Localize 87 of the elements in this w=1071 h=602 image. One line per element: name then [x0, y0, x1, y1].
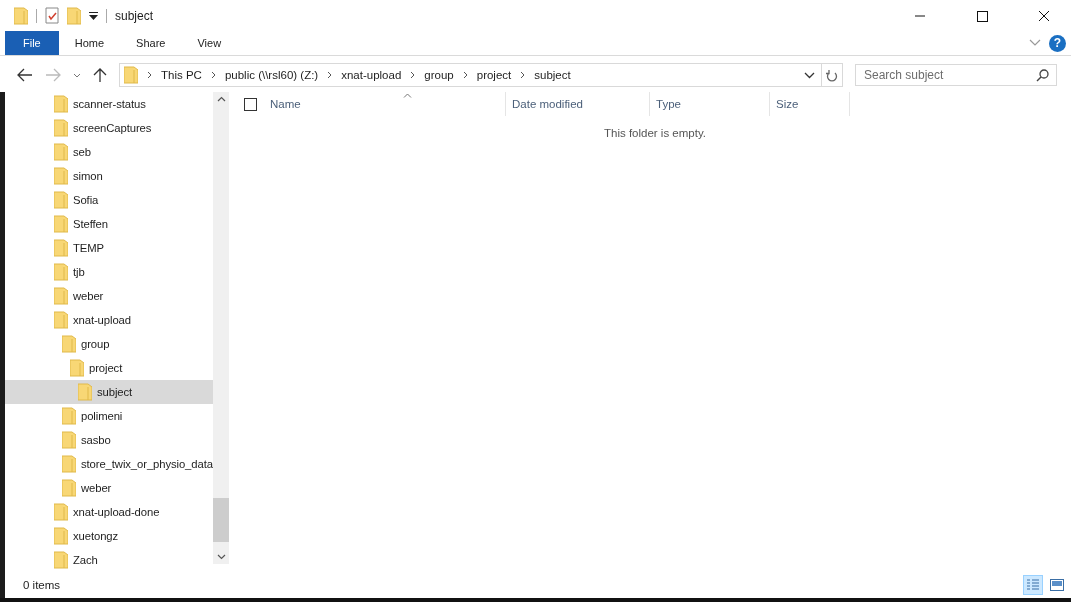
folder-icon	[54, 95, 68, 113]
folder-icon	[54, 143, 68, 161]
chevron-icon	[410, 71, 416, 79]
folder-icon	[62, 479, 76, 497]
folder-icon	[54, 215, 68, 233]
tree-item[interactable]: simon	[5, 164, 213, 188]
chevron-icon	[210, 71, 216, 79]
folder-icon	[78, 383, 92, 401]
folder-icon	[124, 66, 138, 84]
column-header[interactable]: Type	[650, 92, 770, 116]
file-tab[interactable]: File	[5, 31, 59, 55]
tree-item[interactable]: polimeni	[5, 404, 213, 428]
breadcrumb[interactable]: public (\\rsl60) (Z:)	[224, 69, 319, 81]
tree-item[interactable]: xuetongz	[5, 524, 213, 548]
folder-icon	[62, 335, 76, 353]
folder-icon	[54, 239, 68, 257]
search-field[interactable]: Search subject	[855, 64, 1057, 86]
folder-icon	[54, 503, 68, 521]
folder-icon	[62, 455, 76, 473]
refresh-button[interactable]	[822, 63, 843, 87]
folder-icon	[62, 431, 76, 449]
tree-item[interactable]: subject	[5, 380, 213, 404]
tree-item[interactable]: group	[5, 332, 213, 356]
scroll-down-icon[interactable]	[216, 554, 226, 560]
column-header[interactable]: Size	[770, 92, 850, 116]
scrollbar-thumb[interactable]	[213, 498, 229, 542]
folder-icon	[67, 6, 81, 25]
breadcrumb[interactable]: group	[424, 69, 454, 81]
folder-icon	[54, 191, 68, 209]
chevron-icon	[327, 71, 333, 79]
up-icon[interactable]	[93, 67, 107, 83]
column-header[interactable]: Name	[268, 92, 506, 116]
tree-item[interactable]: sasbo	[5, 428, 213, 452]
folder-icon	[54, 551, 68, 569]
tree-item[interactable]: weber	[5, 476, 213, 500]
folder-icon	[54, 167, 68, 185]
ribbon-tab[interactable]: View	[181, 31, 238, 55]
tree-item[interactable]: Steffen	[5, 212, 213, 236]
tree-item[interactable]: project	[5, 356, 213, 380]
folder-icon	[62, 407, 76, 425]
details-view-icon	[1026, 578, 1040, 592]
tree-item[interactable]: tjb	[5, 260, 213, 284]
breadcrumb[interactable]: project	[476, 69, 512, 81]
folder-icon	[54, 119, 68, 137]
search-icon	[1036, 69, 1049, 82]
tree-item[interactable]: screenCaptures	[5, 116, 213, 140]
refresh-icon	[826, 68, 838, 82]
ribbon-tab[interactable]: Home	[58, 31, 121, 55]
tree-item[interactable]: store_twix_or_physio_data	[5, 452, 213, 476]
ribbon-tab[interactable]: Share	[120, 31, 182, 55]
tree-item[interactable]: weber	[5, 284, 213, 308]
folder-icon	[54, 263, 68, 281]
breadcrumb[interactable]: xnat-upload	[341, 69, 402, 81]
tree-item[interactable]: xnat-upload	[5, 308, 213, 332]
expand-ribbon-icon[interactable]	[1029, 39, 1041, 47]
chevron-icon	[147, 71, 152, 79]
recent-locations-icon[interactable]	[73, 72, 81, 78]
column-header[interactable]: Date modified	[506, 92, 650, 116]
properties-icon[interactable]	[45, 7, 59, 24]
tree-item[interactable]: TEMP	[5, 236, 213, 260]
chevron-icon	[462, 71, 468, 79]
address-bar[interactable]: This PC public (\\rsl60) (Z:) xnat-upload group project subject	[119, 63, 822, 87]
select-all-checkbox[interactable]	[244, 97, 257, 111]
folder-icon	[54, 287, 68, 305]
scrollbar[interactable]	[213, 92, 229, 564]
breadcrumb[interactable]: This PC	[161, 69, 202, 81]
help-button[interactable]: ?	[1049, 34, 1066, 52]
large-icons-view-icon	[1050, 579, 1064, 591]
empty-message: This folder is empty.	[602, 127, 707, 139]
tree-item[interactable]: seb	[5, 140, 213, 164]
folder-icon	[70, 359, 84, 377]
breadcrumb[interactable]: subject	[534, 69, 571, 81]
tree-item[interactable]: Zach	[5, 548, 213, 572]
dropdown-icon[interactable]	[89, 11, 98, 20]
item-count: 0 items	[23, 579, 61, 591]
tree-item[interactable]: Sofia	[5, 188, 213, 212]
scroll-up-icon[interactable]	[216, 96, 226, 102]
tree-item[interactable]: scanner-status	[5, 92, 213, 116]
sort-icon	[403, 93, 413, 98]
chevron-down-icon[interactable]	[804, 71, 815, 79]
folder-icon	[54, 527, 68, 545]
back-icon[interactable]	[17, 68, 33, 82]
tree-item[interactable]: xnat-upload-done	[5, 500, 213, 524]
chevron-icon	[520, 71, 526, 79]
folder-icon	[54, 311, 68, 329]
folder-icon	[14, 6, 28, 25]
window-title: subject	[115, 8, 154, 23]
